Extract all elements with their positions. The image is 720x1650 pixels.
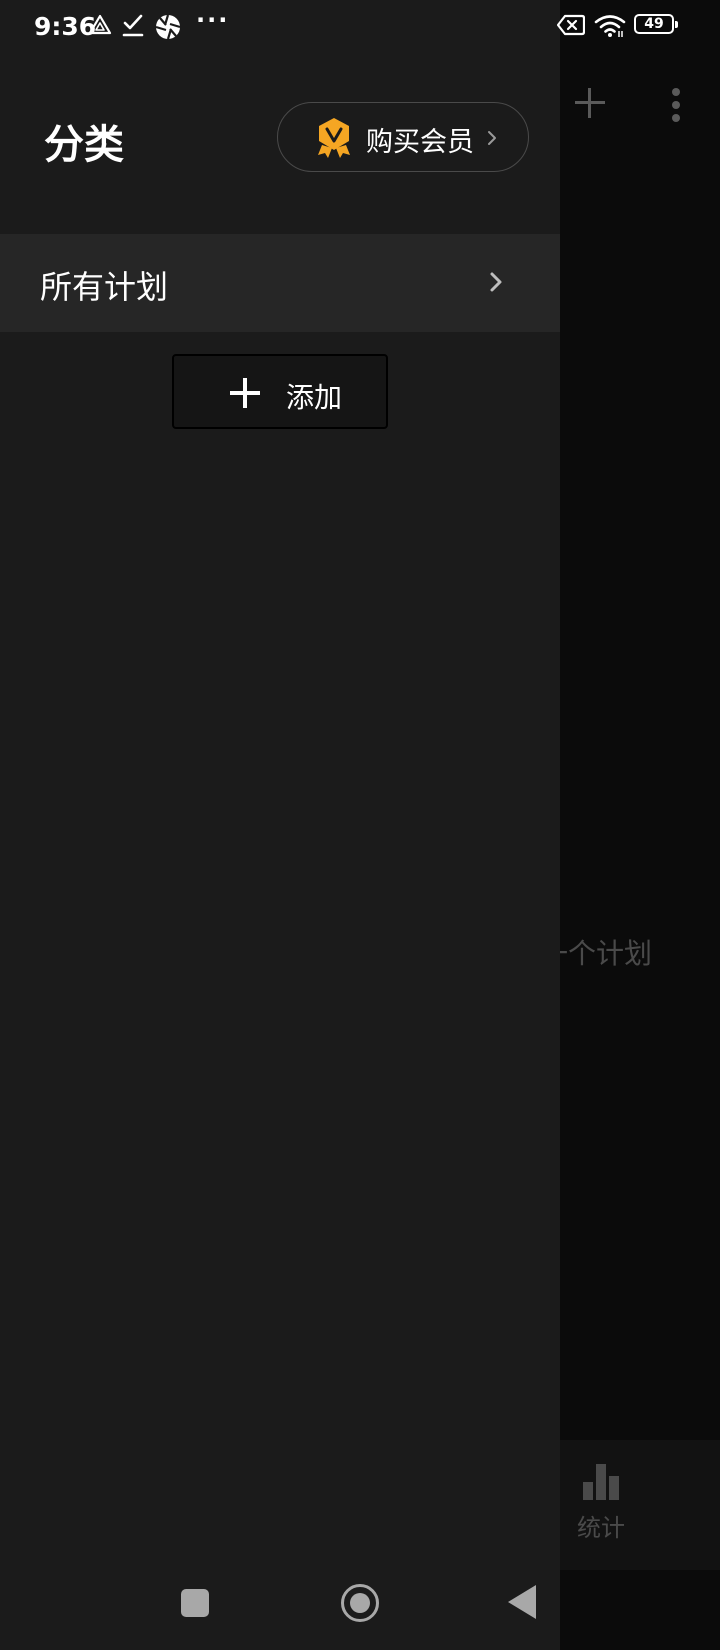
status-bar: 9:36 ··· 49 <box>0 0 720 56</box>
aperture-icon <box>155 14 181 40</box>
category-drawer: 分类 购买会员 所有计划 添加 <box>0 0 560 1650</box>
drive-icon <box>88 14 112 35</box>
tab-statistics[interactable]: 统计 <box>566 1462 636 1543</box>
add-category-label: 添加 <box>286 381 343 414</box>
add-plan-icon[interactable] <box>575 88 605 118</box>
home-button[interactable] <box>341 1584 379 1622</box>
add-category-button[interactable]: 添加 <box>172 354 388 429</box>
battery-level: 49 <box>644 16 664 32</box>
sim-off-icon <box>557 14 585 36</box>
check-download-icon <box>122 14 144 37</box>
screen: 一个计划 统计 分类 购买会员 所有计划 添加 9:36 ··· 49 <box>0 0 720 1650</box>
recents-button[interactable] <box>181 1589 209 1617</box>
status-time: 9:36 <box>34 12 97 41</box>
buy-membership-button[interactable]: 购买会员 <box>277 102 529 172</box>
vip-badge-icon <box>318 118 350 158</box>
category-item-all-plans[interactable]: 所有计划 <box>0 234 560 332</box>
buy-membership-label: 购买会员 <box>366 127 474 158</box>
chevron-right-icon <box>490 272 502 292</box>
plus-icon <box>230 378 260 408</box>
system-navigation-bar <box>0 1570 560 1650</box>
drawer-title: 分类 <box>44 122 124 168</box>
bar-chart-icon <box>581 1462 621 1500</box>
more-options-icon[interactable] <box>671 88 681 122</box>
wifi-icon <box>594 15 626 37</box>
chevron-right-icon <box>488 131 496 145</box>
tab-statistics-label: 统计 <box>577 1514 625 1542</box>
category-item-label: 所有计划 <box>40 268 169 306</box>
battery-icon: 49 <box>634 14 678 34</box>
back-button[interactable] <box>508 1585 536 1619</box>
more-dots-icon: ··· <box>196 6 230 34</box>
